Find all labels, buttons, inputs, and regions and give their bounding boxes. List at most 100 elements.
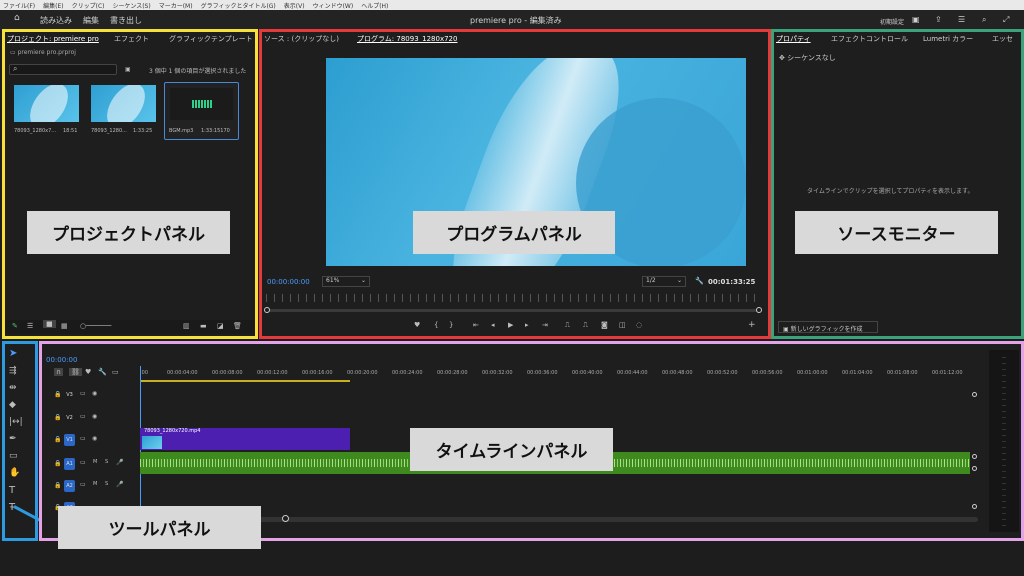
vr-icon[interactable]: ◌: [636, 321, 642, 329]
sync-icon[interactable]: ▭: [80, 459, 86, 466]
new-bin-icon[interactable]: ▬: [200, 322, 207, 330]
edit-tab[interactable]: 編集: [83, 15, 99, 26]
freeform-view-icon[interactable]: ▦: [61, 322, 68, 330]
snap-icon[interactable]: ∩: [54, 368, 64, 376]
track-lock-icon[interactable]: 🔒: [54, 414, 61, 421]
tab-effect-controls[interactable]: エフェクトコントロール: [831, 34, 908, 44]
track-lock-icon[interactable]: 🔒: [54, 460, 61, 467]
captions-icon[interactable]: ▭: [112, 368, 119, 376]
comparison-icon[interactable]: ◫: [619, 321, 626, 329]
home-icon[interactable]: ⌂: [14, 13, 20, 23]
go-to-in-icon[interactable]: ⇤: [473, 321, 479, 329]
zoom-slider[interactable]: ○──────: [80, 322, 111, 330]
sync-icon[interactable]: ▭: [80, 435, 86, 442]
lift-icon[interactable]: ⎍: [565, 321, 570, 330]
solo-button[interactable]: S: [105, 481, 108, 487]
add-button-icon[interactable]: +: [748, 320, 756, 330]
menu-file[interactable]: ファイル(F): [3, 1, 35, 10]
audio-item-selected[interactable]: BGM.mp3 1:33:15170: [164, 82, 239, 140]
work-area-bar[interactable]: [140, 380, 350, 382]
sync-icon[interactable]: ▭: [80, 390, 86, 397]
menu-clip[interactable]: クリップ(C): [72, 1, 105, 10]
program-timecode[interactable]: 00:00:00:00: [267, 278, 310, 286]
wrench-icon[interactable]: 🔧: [98, 368, 107, 376]
track-lock-icon[interactable]: 🔒: [54, 436, 61, 443]
solo-button[interactable]: S: [105, 459, 108, 465]
tab-lumetri[interactable]: Lumetri カラー: [923, 34, 973, 44]
track-scroll-handle[interactable]: [972, 454, 977, 459]
pencil-icon[interactable]: ✎: [12, 322, 18, 330]
sort-icon[interactable]: ▥: [183, 322, 190, 330]
sync-icon[interactable]: ▭: [80, 481, 86, 488]
project-search-input[interactable]: ⌕: [9, 64, 117, 75]
mute-button[interactable]: M: [93, 481, 97, 487]
track-v3[interactable]: V3: [64, 389, 75, 401]
ripple-edit-icon[interactable]: ⇹: [9, 383, 17, 393]
menu-marker[interactable]: マーカー(M): [159, 1, 193, 10]
export-tab[interactable]: 書き出し: [110, 15, 142, 26]
wrench-icon[interactable]: 🔧: [695, 277, 704, 285]
bin-icon[interactable]: ▣: [125, 66, 131, 73]
step-back-icon[interactable]: ◂: [491, 321, 495, 329]
menu-graphics[interactable]: グラフィックとタイトル(G): [201, 1, 276, 10]
track-v2[interactable]: V2: [64, 412, 75, 424]
track-a2[interactable]: A2: [64, 480, 75, 492]
menu-icon[interactable]: ☰: [958, 15, 965, 24]
scroll-handle-right[interactable]: [756, 307, 762, 313]
panel-layout-icon[interactable]: ▣: [912, 15, 920, 24]
track-scroll-handle[interactable]: [972, 504, 977, 509]
track-scroll-handle[interactable]: [972, 466, 977, 471]
menu-help[interactable]: ヘルプ(H): [361, 1, 388, 10]
type-icon[interactable]: T: [9, 485, 15, 496]
workspace-preset[interactable]: 初期設定: [880, 17, 904, 26]
program-scrollbar[interactable]: [266, 309, 762, 312]
microphone-icon[interactable]: 🎤: [116, 481, 123, 488]
track-lock-icon[interactable]: 🔒: [54, 482, 61, 489]
camera-icon[interactable]: ◙: [601, 321, 608, 329]
step-forward-icon[interactable]: ▸: [525, 321, 529, 329]
zoom-select[interactable]: 61% ⌄: [322, 276, 370, 287]
new-graphic-button[interactable]: ▣ 新しいグラフィックを作成: [778, 321, 878, 333]
eye-icon[interactable]: ◉: [92, 413, 97, 420]
timeline-ruler[interactable]: :00 00:00:04:00 00:00:08:00 00:00:12:00 …: [140, 370, 975, 380]
tab-project[interactable]: プロジェクト: premiere pro: [7, 34, 99, 44]
import-tab[interactable]: 読み込み: [40, 15, 72, 26]
eye-icon[interactable]: ◉: [92, 390, 97, 397]
clip-thumbnail[interactable]: [91, 85, 156, 122]
add-marker-icon[interactable]: ♥: [85, 368, 91, 376]
slip-icon[interactable]: |↔|: [9, 417, 23, 427]
tab-effects[interactable]: エフェクト: [114, 34, 149, 44]
extract-icon[interactable]: ⎍: [583, 321, 588, 330]
fullscreen-icon[interactable]: ⤢: [1003, 15, 1009, 25]
sync-icon[interactable]: ▭: [80, 413, 86, 420]
timeline-timecode[interactable]: 00:00:00: [46, 356, 77, 364]
scroll-handle-left[interactable]: [264, 307, 270, 313]
search-icon[interactable]: ⌕: [982, 15, 986, 25]
microphone-icon[interactable]: 🎤: [116, 459, 123, 466]
menu-window[interactable]: ウィンドウ(W): [313, 1, 354, 10]
selection-tool-icon[interactable]: ➤: [9, 348, 17, 359]
list-view-icon[interactable]: ☰: [27, 322, 33, 330]
timeline-scrollbar[interactable]: [140, 517, 978, 522]
tab-source[interactable]: ソース : (クリップなし): [264, 34, 339, 44]
eye-icon[interactable]: ◉: [92, 435, 97, 442]
menu-edit[interactable]: 編集(E): [43, 1, 63, 10]
track-lock-icon[interactable]: 🔒: [54, 391, 61, 398]
mark-in-icon[interactable]: {: [434, 321, 438, 329]
quality-select[interactable]: 1/2 ⌄: [642, 276, 686, 287]
new-item-icon[interactable]: ◪: [217, 322, 224, 330]
hand-icon[interactable]: ✋: [9, 468, 20, 478]
track-v1[interactable]: V1: [64, 434, 75, 446]
tab-properties[interactable]: プロパティ: [776, 34, 811, 44]
pen-icon[interactable]: ✒: [9, 434, 17, 444]
mark-out-icon[interactable]: }: [449, 321, 453, 329]
track-scroll-handle[interactable]: [972, 392, 977, 397]
track-a1[interactable]: A1: [64, 458, 75, 470]
icon-view-icon[interactable]: ■: [43, 320, 56, 328]
menu-sequence[interactable]: シーケンス(S): [113, 1, 151, 10]
track-select-icon[interactable]: ⇶: [9, 366, 17, 376]
razor-icon[interactable]: ◆: [9, 400, 16, 410]
go-to-out-icon[interactable]: ⇥: [542, 321, 548, 329]
tab-essential[interactable]: エッセ: [992, 34, 1013, 44]
rectangle-icon[interactable]: ▭: [9, 451, 18, 461]
